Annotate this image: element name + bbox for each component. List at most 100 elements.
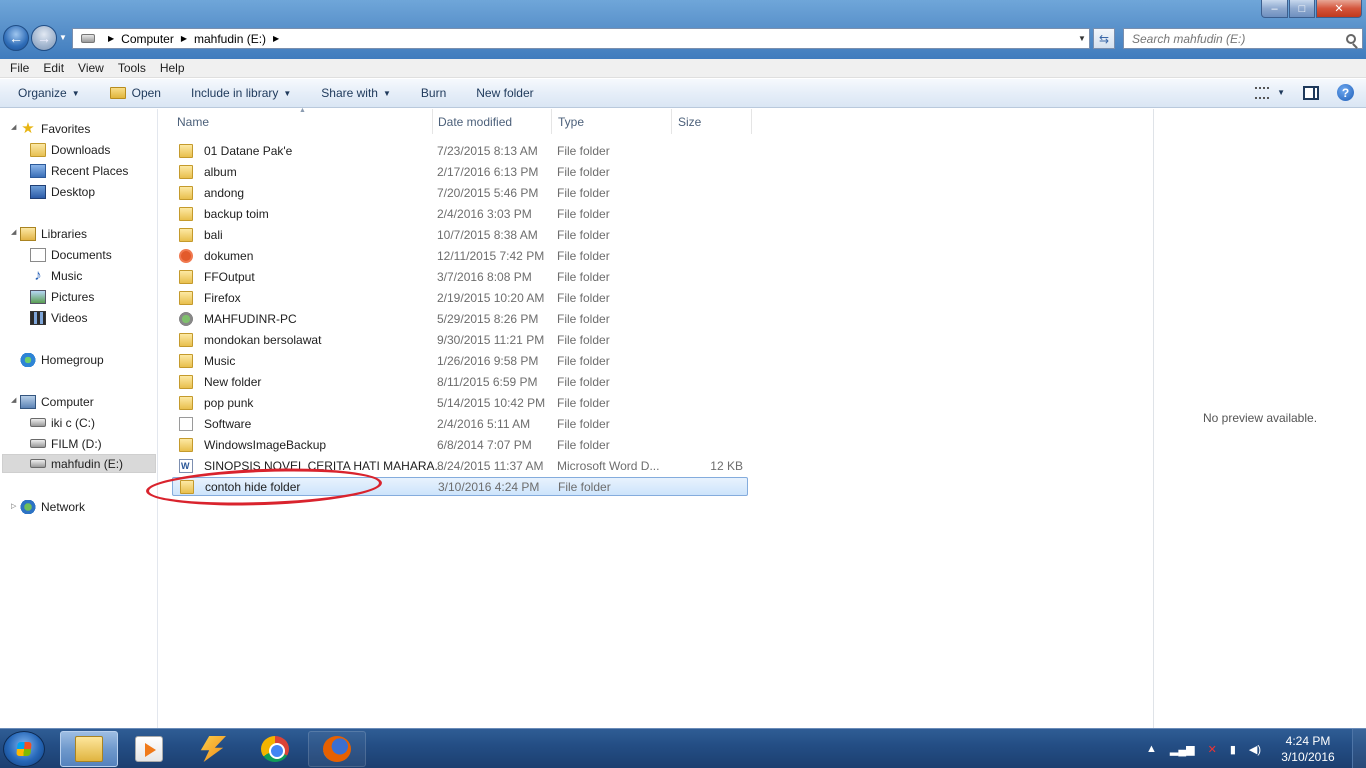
menu-help[interactable]: Help [153, 61, 192, 75]
search-input[interactable] [1132, 31, 1342, 46]
menu-edit[interactable]: Edit [36, 61, 71, 75]
file-date: 10/7/2015 8:38 AM [437, 227, 538, 242]
file-row[interactable]: pop punk 5/14/2015 10:42 PM File folder [172, 393, 748, 412]
recent-pages-dropdown[interactable]: ▼ [59, 33, 67, 42]
taskbar-explorer[interactable] [60, 731, 118, 767]
organize-button[interactable]: Organize ▼ [18, 86, 80, 100]
signal-icon[interactable]: ▂▄▆ [1170, 743, 1195, 756]
file-name: New folder [204, 374, 262, 389]
taskbar-winamp[interactable] [183, 731, 241, 767]
file-row[interactable]: mondokan bersolawat 9/30/2015 11:21 PM Fil… [172, 330, 748, 349]
back-button[interactable]: ← [3, 25, 29, 51]
breadcrumb-computer[interactable]: Computer [121, 32, 174, 46]
nav-homegroup[interactable]: Homegroup [20, 350, 104, 369]
battery-icon[interactable]: ▮ [1230, 743, 1236, 756]
file-row[interactable]: Music 1/26/2016 9:58 PM File folder [172, 351, 748, 370]
column-header-name[interactable]: Name [171, 109, 433, 134]
collapse-arrow-icon[interactable]: ◢ [11, 396, 19, 404]
file-row[interactable]: New folder 8/11/2015 6:59 PM File folder [172, 372, 748, 391]
nav-downloads[interactable]: Downloads [30, 140, 110, 159]
taskbar-chrome[interactable] [246, 731, 304, 767]
menu-bar: File Edit View Tools Help [0, 59, 1366, 78]
clock-time: 4:24 PM [1285, 734, 1331, 748]
nav-network[interactable]: Network [20, 497, 85, 516]
change-view-button[interactable]: ▼ [1255, 86, 1285, 99]
file-row[interactable]: andong 7/20/2015 5:46 PM File folder [172, 183, 748, 202]
nav-drive-c[interactable]: iki c (C:) [30, 413, 95, 432]
search-icon[interactable] [1346, 33, 1356, 44]
collapse-arrow-icon[interactable]: ◢ [11, 228, 19, 236]
file-row[interactable]: Firefox 2/19/2015 10:20 AM File folder [172, 288, 748, 307]
folder-icon [179, 269, 193, 284]
nav-computer[interactable]: Computer [20, 392, 94, 411]
start-button[interactable] [3, 731, 45, 767]
nav-drive-e[interactable]: mahfudin (E:) [2, 454, 156, 473]
file-icon [179, 416, 193, 431]
file-row[interactable]: dokumen 12/11/2015 7:42 PM File folder [172, 246, 748, 265]
title-bar: – □ ✕ ← → ▼ ▶ Computer ▶ mahfudin (E:) ▶… [0, 0, 1366, 60]
file-row[interactable]: Software 2/4/2016 5:11 AM File folder [172, 414, 748, 433]
column-header-date[interactable]: Date modified [432, 109, 552, 134]
collapse-arrow-icon[interactable]: ◢ [11, 123, 19, 131]
taskbar-media-player[interactable] [120, 731, 178, 767]
taskbar-firefox[interactable] [308, 731, 366, 767]
breadcrumb-chevron-icon[interactable]: ▶ [273, 34, 279, 43]
nav-music[interactable]: ♪ Music [30, 266, 82, 285]
burn-button[interactable]: Burn [421, 86, 446, 100]
help-icon[interactable]: ? [1337, 84, 1354, 101]
expand-arrow-icon[interactable]: ▷ [11, 502, 19, 510]
file-row[interactable]: backup toim 2/4/2016 3:03 PM File folder [172, 204, 748, 223]
folder-icon [179, 332, 193, 347]
refresh-button[interactable]: ⇆ [1093, 28, 1115, 49]
search-box[interactable] [1123, 28, 1363, 49]
file-row[interactable]: 01 Datane Pak'e 7/23/2015 8:13 AM File fol… [172, 141, 748, 160]
file-row[interactable]: MAHFUDINR-PC 5/29/2015 8:26 PM File folder [172, 309, 748, 328]
file-row[interactable]: FFOutput 3/7/2016 8:08 PM File folder [172, 267, 748, 286]
nav-favorites[interactable]: ★ Favorites [20, 119, 90, 138]
breadcrumb-chevron-icon[interactable]: ▶ [108, 34, 114, 43]
include-in-library-button[interactable]: Include in library ▼ [191, 86, 291, 100]
nav-pictures[interactable]: Pictures [30, 287, 94, 306]
nav-libraries[interactable]: Libraries [20, 224, 87, 243]
nav-videos[interactable]: Videos [30, 308, 87, 327]
star-icon: ★ [21, 119, 35, 137]
new-folder-button[interactable]: New folder [476, 86, 533, 100]
column-header-size[interactable]: Size [672, 109, 752, 134]
breadcrumb-drive[interactable]: mahfudin (E:) [194, 32, 266, 46]
menu-file[interactable]: File [3, 61, 36, 75]
address-bar[interactable]: ▶ Computer ▶ mahfudin (E:) ▶ ▼ [72, 28, 1090, 49]
close-button[interactable]: ✕ [1316, 0, 1362, 18]
file-date: 9/30/2015 11:21 PM [437, 332, 545, 347]
file-row[interactable]: album 2/17/2016 6:13 PM File folder [172, 162, 748, 181]
file-row[interactable]: WindowsImageBackup 6/8/2014 7:07 PM File f… [172, 435, 748, 454]
nav-documents[interactable]: Documents [30, 245, 112, 264]
forward-button[interactable]: → [31, 25, 57, 51]
menu-view[interactable]: View [71, 61, 111, 75]
address-dropdown-icon[interactable]: ▼ [1075, 34, 1089, 43]
nav-label: Desktop [51, 184, 96, 199]
open-button[interactable]: Open [109, 86, 161, 100]
volume-icon[interactable]: ◀) [1249, 743, 1261, 756]
network-error-icon[interactable]: ✕ [1208, 743, 1217, 756]
nav-drive-d[interactable]: FILM (D:) [30, 434, 102, 453]
column-header-type[interactable]: Type [552, 109, 672, 134]
maximize-button[interactable]: □ [1289, 0, 1315, 18]
menu-tools[interactable]: Tools [111, 61, 153, 75]
nav-label: Pictures [51, 289, 95, 304]
folder-icon [179, 290, 193, 305]
nav-desktop[interactable]: Desktop [30, 182, 95, 201]
clock[interactable]: 4:24 PM 3/10/2016 [1274, 733, 1342, 765]
breadcrumb-chevron-icon[interactable]: ▶ [181, 34, 187, 43]
open-label: Open [131, 86, 161, 100]
file-name: album [204, 164, 237, 179]
preview-pane-icon[interactable] [1303, 85, 1319, 100]
share-with-button[interactable]: Share with ▼ [321, 86, 391, 100]
minimize-button[interactable]: – [1261, 0, 1288, 18]
show-hidden-icons-icon[interactable]: ▲ [1146, 743, 1157, 755]
nav-recent-places[interactable]: Recent Places [30, 161, 128, 180]
file-date: 8/11/2015 6:59 PM [437, 374, 538, 389]
show-desktop-button[interactable] [1352, 729, 1366, 768]
file-name: Software [204, 416, 252, 431]
file-row[interactable]: bali 10/7/2015 8:38 AM File folder [172, 225, 748, 244]
file-date: 6/8/2014 7:07 PM [437, 437, 532, 452]
